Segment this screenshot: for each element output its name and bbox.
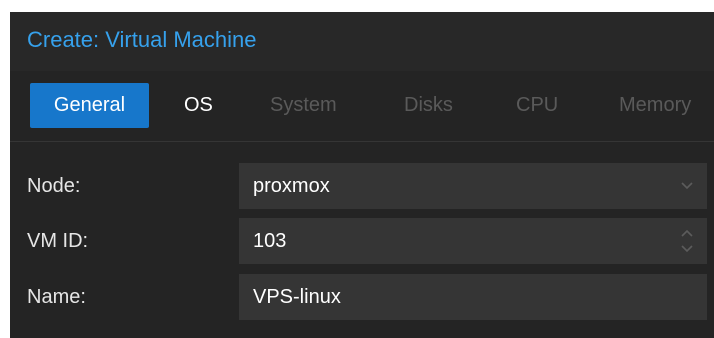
vmid-label: VM ID:	[27, 230, 89, 252]
name-input[interactable]: VPS-linux	[239, 274, 707, 320]
node-select[interactable]: proxmox	[239, 163, 707, 209]
wizard-tab-bar: General OS System Disks CPU Memory	[10, 71, 714, 142]
tab-cpu: CPU	[516, 94, 559, 116]
spinner-arrows-icon[interactable]	[677, 218, 697, 264]
vmid-field-value: 103	[253, 230, 287, 252]
form-row-vmid: VM ID: 103	[10, 218, 714, 264]
node-select-value: proxmox	[253, 175, 330, 197]
dialog-title: Create: Virtual Machine	[27, 27, 257, 52]
chevron-down-icon[interactable]	[677, 163, 697, 209]
tab-memory: Memory	[619, 94, 692, 116]
name-label: Name:	[27, 286, 86, 308]
dialog-header: Create: Virtual Machine	[10, 12, 714, 71]
vmid-field[interactable]: 103	[239, 218, 707, 264]
tab-system: System	[270, 94, 337, 116]
node-label: Node:	[27, 175, 81, 197]
tab-disks: Disks	[404, 94, 453, 116]
form-row-node: Node: proxmox	[10, 163, 714, 209]
create-vm-dialog: Create: Virtual Machine General OS Syste…	[10, 12, 714, 338]
form-row-name: Name: VPS-linux	[10, 274, 714, 320]
name-input-value: VPS-linux	[253, 286, 341, 308]
tab-general[interactable]: General	[30, 83, 149, 128]
tab-os[interactable]: OS	[184, 83, 213, 128]
